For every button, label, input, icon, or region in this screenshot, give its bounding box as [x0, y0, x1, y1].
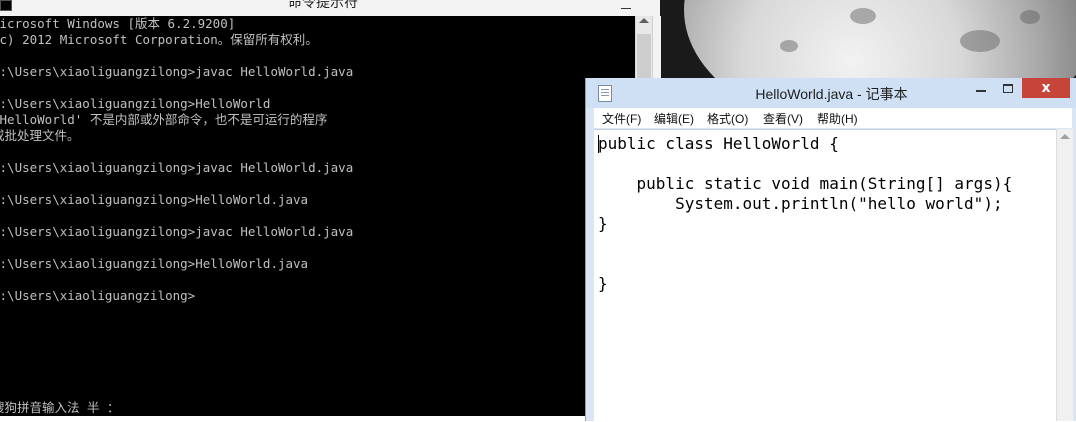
code-line: System.out.println("hello world"); [598, 194, 1003, 213]
menu-file[interactable]: 文件(F) [602, 110, 641, 127]
moon-crater [1020, 10, 1040, 24]
console-line: Microsoft Windows [版本 6.2.9200] [0, 16, 236, 31]
minimize-icon [976, 90, 986, 92]
console-line: C:\Users\xiaoliguangzilong>javac HelloWo… [0, 224, 354, 239]
menu-help[interactable]: 帮助(H) [817, 110, 858, 127]
code-line: public class HelloWorld { [598, 134, 839, 153]
moon-crater [850, 8, 876, 24]
console-line: C:\Users\xiaoliguangzilong>HelloWorld [0, 96, 271, 111]
console-line: C:\Users\xiaoliguangzilong>javac HelloWo… [0, 160, 354, 175]
console-system-icon[interactable] [0, 0, 12, 11]
ime-status-text: 搜狗拼音输入法 半 ： [0, 400, 120, 415]
console-line: (c) 2012 Microsoft Corporation。保留所有权利。 [0, 32, 318, 47]
code-line: } [598, 274, 608, 293]
console-line: 或批处理文件。 [0, 128, 80, 143]
notepad-close-button[interactable]: x [1022, 78, 1070, 98]
moon-crater [960, 30, 1000, 52]
notepad-scrollbar[interactable] [1056, 129, 1073, 421]
console-line: 'HelloWorld' 不是内部或外部命令，也不是可运行的程序 [0, 112, 328, 127]
close-icon: x [1041, 80, 1051, 96]
command-prompt-window[interactable]: 命令提示符 Microsoft Windows [版本 6.2.9200] (c… [0, 0, 661, 421]
notepad-maximize-button[interactable] [995, 78, 1022, 98]
notepad-window[interactable]: HelloWorld.java - 记事本 x 文件(F) 编辑(E) 格式(O… [585, 78, 1076, 422]
notepad-minimize-button[interactable] [968, 78, 995, 98]
console-line: C:\Users\xiaoliguangzilong>HelloWorld.ja… [0, 192, 309, 207]
console-scroll-thumb[interactable] [637, 34, 651, 78]
notepad-menubar: 文件(F) 编辑(E) 格式(O) 查看(V) 帮助(H) [594, 108, 1072, 128]
notepad-text-area[interactable]: public class HelloWorld { public static … [594, 129, 1056, 422]
scroll-up-arrow-icon[interactable] [1060, 134, 1070, 139]
scroll-up-arrow-icon[interactable] [639, 18, 649, 23]
menu-edit[interactable]: 编辑(E) [654, 110, 694, 127]
console-output[interactable]: Microsoft Windows [版本 6.2.9200] (c) 2012… [0, 16, 635, 416]
desktop-wallpaper [660, 0, 1076, 90]
code-line: public static void main(String[] args){ [598, 174, 1013, 193]
console-prompt: C:\Users\xiaoliguangzilong> [0, 288, 196, 303]
moon-crater [780, 40, 798, 52]
notepad-titlebar[interactable]: HelloWorld.java - 记事本 x [586, 78, 1076, 108]
console-line: C:\Users\xiaoliguangzilong>HelloWorld.ja… [0, 256, 309, 271]
code-line: } [598, 214, 608, 233]
menu-view[interactable]: 查看(V) [763, 110, 803, 127]
minimize-icon [621, 8, 631, 9]
maximize-icon [1003, 84, 1013, 93]
console-minimize-button[interactable] [614, 0, 640, 14]
menu-format[interactable]: 格式(O) [707, 110, 748, 127]
moon-image [684, 0, 1076, 90]
console-title: 命令提示符 [288, 0, 358, 11]
console-line: C:\Users\xiaoliguangzilong>javac HelloWo… [0, 64, 354, 79]
